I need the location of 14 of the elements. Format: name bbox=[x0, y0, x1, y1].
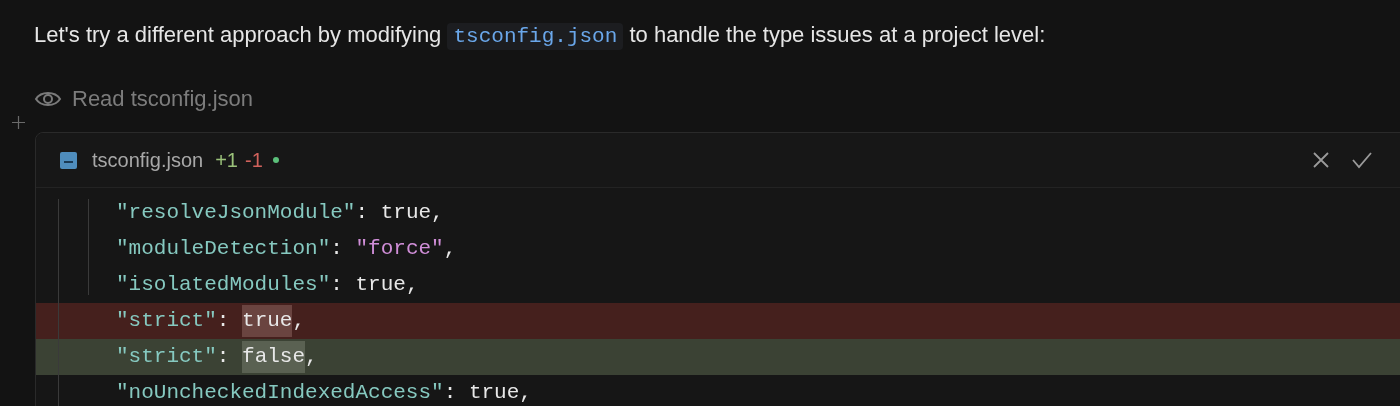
code-line: "isolatedModules": true, bbox=[115, 272, 420, 299]
inline-code: tsconfig.json bbox=[447, 23, 624, 50]
code-line: "moduleDetection": "force", bbox=[115, 236, 458, 263]
added-count: +1 bbox=[215, 148, 238, 173]
read-step-label: Read tsconfig.json bbox=[72, 85, 253, 113]
code-line: "noUncheckedIndexedAccess": true, bbox=[115, 380, 533, 406]
close-button[interactable] bbox=[1311, 150, 1331, 170]
removed-count: -1 bbox=[245, 148, 263, 173]
accept-button[interactable] bbox=[1351, 150, 1373, 170]
code-line: "resolveJsonModule": true, bbox=[115, 200, 445, 227]
plus-icon bbox=[12, 116, 25, 129]
file-name: tsconfig.json bbox=[92, 148, 204, 173]
dot-icon bbox=[272, 157, 279, 163]
message-text: Let's try a different approach by modifying tsconfig.json to handle the type issues at a project level: bbox=[34, 21, 1046, 52]
